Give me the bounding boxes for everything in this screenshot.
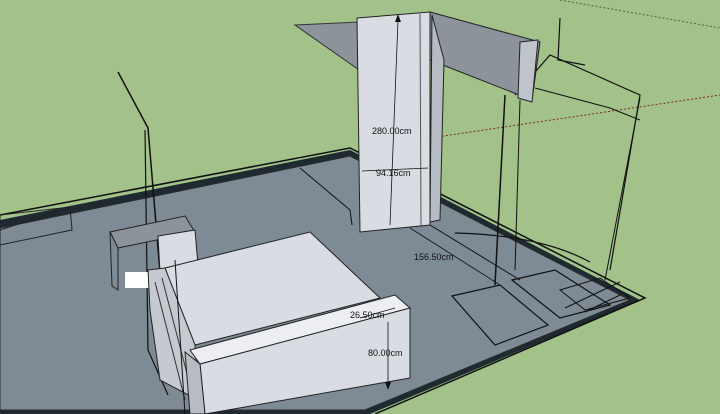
dim-label-box-height: 80.00cm	[368, 348, 403, 358]
dim-label-wall-width: 94.16cm	[376, 168, 411, 178]
sketchup-viewport[interactable]: 280.00cm 94.16cm 156.50cm 26.50cm 80.00c…	[0, 0, 720, 414]
dim-label-box-depth: 26.50cm	[350, 310, 385, 320]
dim-label-floor-span: 156.50cm	[414, 252, 454, 262]
3d-scene[interactable]: 280.00cm 94.16cm 156.50cm 26.50cm 80.00c…	[0, 0, 720, 414]
tall-wall-front-face[interactable]	[356, 11, 431, 233]
dim-label-wall-height: 280.00cm	[372, 126, 412, 136]
